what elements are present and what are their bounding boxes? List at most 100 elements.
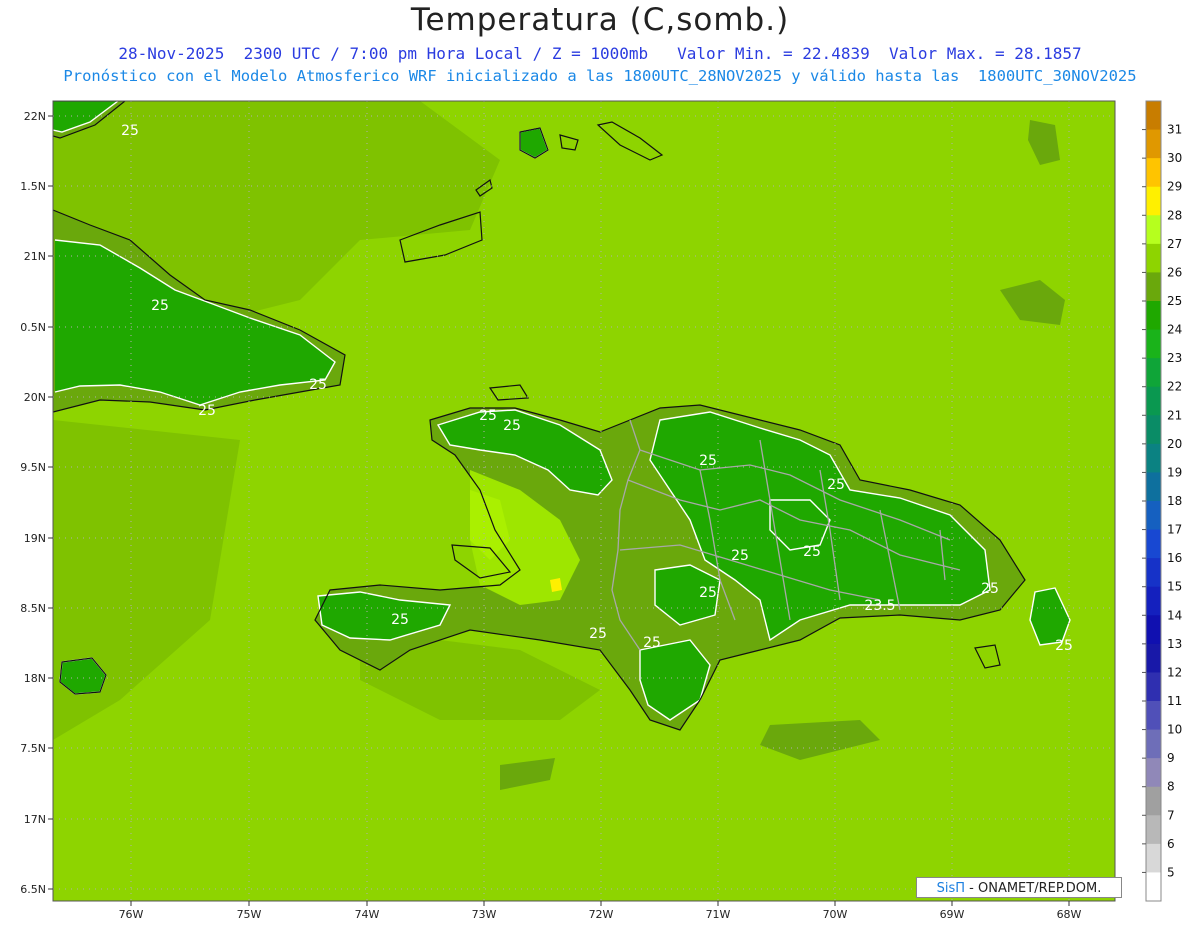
colorbar-swatch (1146, 301, 1161, 331)
colorbar-swatch (1146, 272, 1161, 302)
colorbar-swatch (1146, 529, 1161, 559)
lon-label: 75W (237, 908, 262, 921)
contour-label: 25 (503, 418, 521, 434)
lat-label: 19N (24, 532, 46, 545)
lon-label: 71W (706, 908, 731, 921)
lon-label: 68W (1057, 908, 1082, 921)
lat-label: 1.5N (20, 180, 46, 193)
contour-label: 25 (981, 581, 999, 597)
contour-label: 25 (309, 377, 327, 393)
colorbar-label: 13 (1167, 637, 1182, 651)
lat-label: 20N (24, 391, 46, 404)
colorbar-label: 12 (1167, 665, 1182, 679)
lat-label: 0.5N (20, 321, 46, 334)
colorbar-swatch (1146, 329, 1161, 359)
colorbar-swatch (1146, 843, 1161, 873)
contour-label: 25 (731, 548, 749, 564)
colorbar-swatch (1146, 643, 1161, 673)
colorbar-swatch (1146, 129, 1161, 159)
lat-label: 9.5N (20, 461, 46, 474)
contour-label: 25 (589, 626, 607, 642)
colorbar-swatch (1146, 615, 1161, 645)
colorbar-label: 18 (1167, 494, 1182, 508)
colorbar-swatch (1146, 215, 1161, 245)
colorbar-swatch (1146, 501, 1161, 531)
colorbar-swatch (1146, 472, 1161, 502)
colorbar-label: 25 (1167, 294, 1182, 308)
lat-label: 21N (24, 250, 46, 263)
colorbar-swatch (1146, 815, 1161, 845)
contour-label: 25 (643, 635, 661, 651)
colorbar-label: 22 (1167, 380, 1182, 394)
lat-label: 6.5N (20, 883, 46, 896)
colorbar-label: 23 (1167, 351, 1182, 365)
colorbar-swatch (1146, 672, 1161, 702)
contour-label: 23.5 (864, 598, 895, 614)
contour-label: 25 (803, 544, 821, 560)
colorbar-swatch (1146, 101, 1161, 131)
colorbar-swatch (1146, 758, 1161, 788)
lon-label: 70W (823, 908, 848, 921)
colorbar-label: 14 (1167, 608, 1182, 622)
colorbar-label: 7 (1167, 808, 1175, 822)
lon-label: 69W (940, 908, 965, 921)
lon-label: 73W (472, 908, 497, 921)
lat-label: 8.5N (20, 602, 46, 615)
colorbar-swatch (1146, 443, 1161, 473)
colorbar-label: 15 (1167, 580, 1182, 594)
colorbar-swatch (1146, 558, 1161, 588)
colorbar-label: 30 (1167, 151, 1182, 165)
colorbar-swatch (1146, 186, 1161, 216)
colorbar-label: 11 (1167, 694, 1182, 708)
colorbar-label: 19 (1167, 465, 1182, 479)
colorbar-label: 24 (1167, 323, 1182, 337)
lat-label: 7.5N (20, 742, 46, 755)
colorbar-swatch (1146, 386, 1161, 416)
colorbar-label: 6 (1167, 837, 1175, 851)
contour-label: 25 (827, 477, 845, 493)
credit-brand: SisΠ (936, 881, 966, 896)
colorbar-label: 31 (1167, 123, 1182, 137)
credit-box: SisΠ - ONAMET/REP.DOM. (916, 877, 1122, 898)
colorbar-swatch (1146, 158, 1161, 188)
contour-label: 25 (699, 453, 717, 469)
credit-text: - ONAMET/REP.DOM. (965, 881, 1102, 896)
lon-label: 76W (119, 908, 144, 921)
lat-label: 22N (24, 110, 46, 123)
colorbar-label: 17 (1167, 523, 1182, 537)
lon-label: 74W (355, 908, 380, 921)
colorbar-swatch (1146, 586, 1161, 616)
colorbar-swatch (1146, 415, 1161, 445)
colorbar-swatch (1146, 786, 1161, 816)
latitude-labels: 22N 1.5N 21N 0.5N 20N 9.5N 19N 8.5N 18N 7.5N 17N 6.… (20, 110, 53, 896)
colorbar-label: 9 (1167, 751, 1175, 765)
colorbar-label: 16 (1167, 551, 1182, 565)
colorbar-label: 8 (1167, 780, 1175, 794)
colorbar: 31 30 29 28 27 26 25 24 23 22 21 20 19 18 17 16 15 14 13 12… (1142, 100, 1182, 902)
lat-label: 17N (24, 813, 46, 826)
lon-label: 72W (589, 908, 614, 921)
colorbar-swatch (1146, 701, 1161, 731)
contour-label: 25 (479, 408, 497, 424)
contour-label: 25 (699, 585, 717, 601)
contour-label: 25 (121, 123, 139, 139)
colorbar-swatch (1146, 243, 1161, 273)
colorbar-label: 29 (1167, 180, 1182, 194)
colorbar-label: 10 (1167, 723, 1182, 737)
colorbar-label: 5 (1167, 865, 1175, 879)
temperature-map: 25 25 25 25 25 25 25 25 25 25 25 25 25 23.5 25 25 25 76W… (20, 100, 1182, 921)
hot-spot-yellow (550, 578, 562, 592)
contour-label: 25 (391, 612, 409, 628)
longitude-labels: 76W 75W 74W 73W 72W 71W 70W 69W 68W (119, 901, 1082, 921)
contour-label: 25 (198, 403, 216, 419)
colorbar-label: 26 (1167, 265, 1182, 279)
colorbar-label: 20 (1167, 437, 1182, 451)
colorbar-label: 27 (1167, 237, 1182, 251)
colorbar-swatch (1146, 729, 1161, 759)
colorbar-swatch (1146, 872, 1161, 902)
colorbar-label: 21 (1167, 408, 1182, 422)
colorbar-label: 28 (1167, 208, 1182, 222)
colorbar-swatch (1146, 358, 1161, 388)
contour-label: 25 (151, 298, 169, 314)
lat-label: 18N (24, 672, 46, 685)
